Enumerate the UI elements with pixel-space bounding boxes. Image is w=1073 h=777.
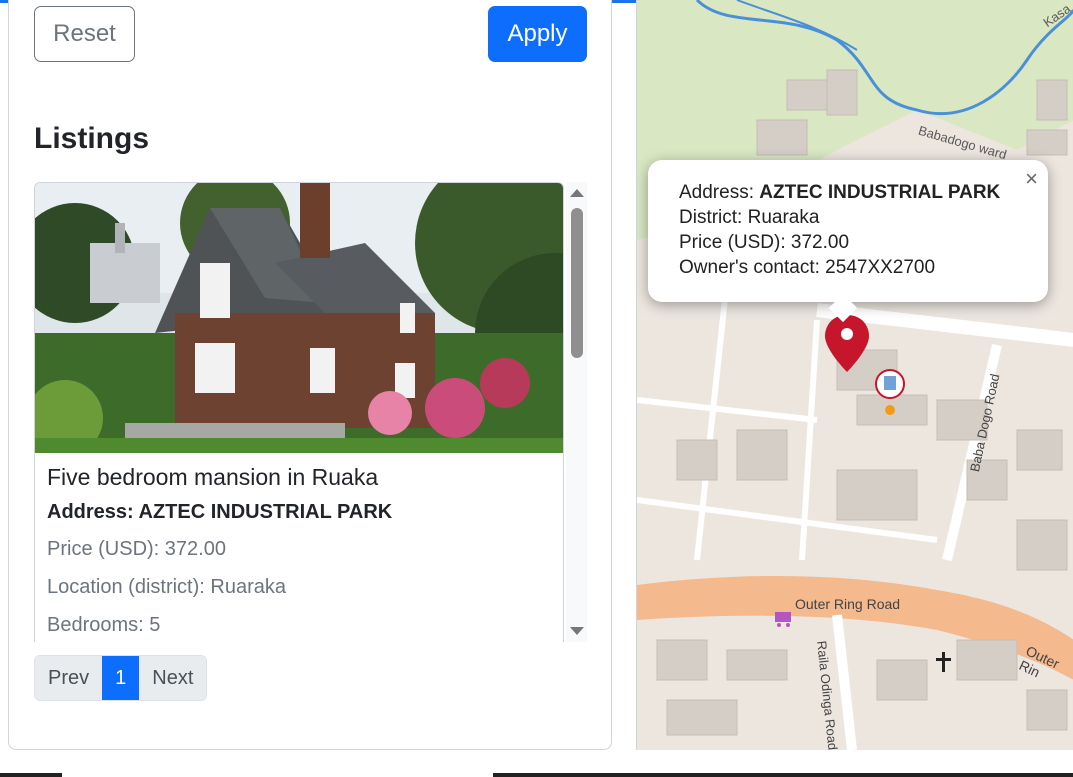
listings-panel: Reset Apply Listings Five bedroom mansio…	[8, 0, 612, 750]
next-page-button[interactable]: Next	[139, 656, 207, 700]
close-icon[interactable]: ×	[1025, 166, 1038, 192]
scroll-down-icon[interactable]	[570, 627, 584, 635]
scroll-up-icon[interactable]	[570, 189, 584, 197]
listing-address: Address: AZTEC INDUSTRIAL PARK	[47, 501, 393, 523]
map-tiles	[637, 0, 1073, 750]
reset-button[interactable]: Reset	[34, 6, 135, 62]
map-view[interactable]: Outer Ring Road Outer Rin Baba Dogo Road…	[636, 0, 1073, 750]
listing-photo	[35, 183, 563, 453]
taskbar-edge-right	[493, 773, 1073, 777]
listings-scrollbar[interactable]	[566, 182, 587, 642]
popup-price: Price (USD): 372.00	[679, 232, 850, 253]
popup-address: Address: AZTEC INDUSTRIAL PARK	[679, 180, 1030, 205]
popup-contact: Owner's contact: 2547XX2700	[679, 257, 936, 278]
prev-page-button[interactable]: Prev	[35, 656, 103, 700]
listings-scroll-area[interactable]: Five bedroom mansion in Ruaka Address: A…	[34, 182, 587, 642]
listing-card[interactable]: Five bedroom mansion in Ruaka Address: A…	[34, 182, 564, 642]
popup-address-value: AZTEC INDUSTRIAL PARK	[759, 182, 1001, 203]
scroll-thumb[interactable]	[571, 208, 583, 358]
listings-heading: Listings	[34, 122, 150, 155]
marker-popup: × Address: AZTEC INDUSTRIAL PARK Distric…	[648, 160, 1048, 323]
page-1-button[interactable]: 1	[102, 656, 140, 700]
popup-district: District: Ruaraka	[679, 207, 820, 228]
road-label-outer-ring: Outer Ring Road	[795, 596, 901, 612]
listing-location: Location (district): Ruaraka	[47, 576, 286, 598]
listing-title[interactable]: Five bedroom mansion in Ruaka	[47, 464, 551, 491]
taskbar-edge	[0, 773, 62, 777]
pagination: Prev 1 Next	[34, 655, 208, 701]
apply-button[interactable]: Apply	[488, 6, 587, 62]
popup-address-label: Address:	[679, 182, 760, 203]
listing-bedrooms: Bedrooms: 5	[47, 614, 161, 636]
listing-price: Price (USD): 372.00	[47, 538, 226, 560]
